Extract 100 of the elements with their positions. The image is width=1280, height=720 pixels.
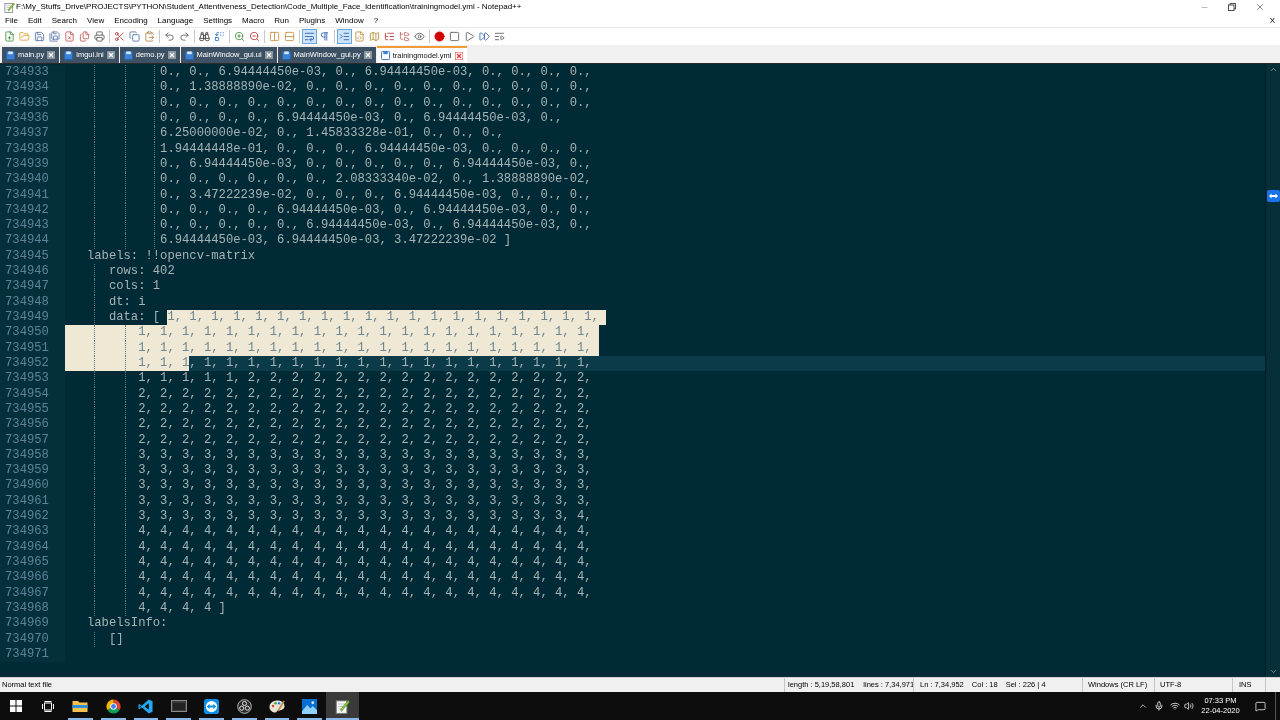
menu-item[interactable]: Search xyxy=(46,16,83,25)
chevron-up-icon[interactable] xyxy=(1137,701,1148,711)
selected-text: 1, 1, 1, 1, 1, 1, 1, 1, 1, 1, 1, 1, 1, 1, 1, 1, 1, 1, 1, 1, 1, xyxy=(65,325,599,341)
line-number: 734944 xyxy=(5,233,49,248)
microphone-icon[interactable] xyxy=(1153,701,1164,711)
chevron-down-icon[interactable] xyxy=(1268,667,1278,676)
code-text: 1, 1, 1, 1, 1, 2, 2, 2, 2, 2, 2, 2, 2, 2, 2, 2, 2, 2, 2, 2, 2, xyxy=(138,371,592,387)
toolbar-button[interactable] xyxy=(397,29,412,44)
toolbar-button[interactable] xyxy=(302,29,317,44)
menu-item[interactable]: Settings xyxy=(198,16,238,25)
close-icon[interactable] xyxy=(167,51,176,59)
line-number: 734965 xyxy=(5,555,49,569)
toolbar-button[interactable] xyxy=(162,29,177,44)
save-all-icon xyxy=(49,31,60,42)
toolbar-button[interactable] xyxy=(112,29,127,44)
close-icon[interactable] xyxy=(47,51,56,59)
toolbar-button[interactable] xyxy=(77,29,92,44)
close-document-button[interactable]: X xyxy=(1269,16,1280,25)
toolbar-button[interactable] xyxy=(212,29,227,44)
window-title: F:\My_Stuffs_Drive\PROJECTS\PYTHON\Student_Attentiveness_Detection\Code_Multiple_Face_Identification\trainingmodel.yml - Notepad++ xyxy=(16,3,522,11)
code-text: 2, 2, 2, 2, 2, 2, 2, 2, 2, 2, 2, 2, 2, 2, 2, 2, 2, 2, 2, 2, 2, xyxy=(138,417,592,433)
code-text: dt: i xyxy=(108,294,146,310)
chevron-up-icon[interactable] xyxy=(1268,65,1278,74)
zoom-out-icon xyxy=(249,31,260,42)
line-number: 734968 xyxy=(5,600,49,615)
menu-item[interactable]: Window xyxy=(330,16,369,25)
scrollbar[interactable] xyxy=(1265,64,1280,677)
toolbar-button[interactable] xyxy=(232,29,247,44)
taskbar-button[interactable] xyxy=(326,692,359,720)
line-number: 734953 xyxy=(5,371,49,386)
toolbar-button[interactable] xyxy=(247,29,262,44)
line-number: 734967 xyxy=(5,585,49,600)
toolbar-button[interactable] xyxy=(32,29,47,44)
code-text: 4, 4, 4, 4, 4, 4, 4, 4, 4, 4, 4, 4, 4, 4, 4, 4, 4, 4, 4, 4, 4, xyxy=(138,539,592,555)
close-icon[interactable] xyxy=(106,51,115,59)
code-text: 0., 1.38888890e-02, 0., 0., 0., 0., 0., 0., 0., 0., 0., 0., xyxy=(160,80,592,96)
code-text: 0., 0., 6.94444450e-03, 0., 6.94444450e-03, 0., 0., 0., 0., xyxy=(160,65,592,81)
code-text: 4, 4, 4, 4, 4, 4, 4, 4, 4, 4, 4, 4, 4, 4, 4, 4, 4, 4, 4, 4, 4, xyxy=(138,524,592,540)
code-text: 0., 0., 0., 0., 0., 0., 2.08333340e-02, 0., 1.38888890e-02, xyxy=(160,172,592,188)
map-icon xyxy=(369,31,380,42)
line-number: 734943 xyxy=(5,218,49,233)
line-number: 734946 xyxy=(5,264,49,279)
line-number: 734939 xyxy=(5,156,49,171)
line-number: 734947 xyxy=(5,279,49,294)
menu-item[interactable]: ? xyxy=(368,16,384,25)
stop-icon xyxy=(449,31,460,42)
task-view-icon xyxy=(42,700,54,712)
menu-item[interactable]: Macro xyxy=(237,16,270,25)
wifi-icon[interactable] xyxy=(1169,701,1180,711)
code-text: 1.94444448e-01, 0., 0., 0., 6.94444450e-03, 0., 0., 0., 0., xyxy=(160,141,592,157)
toolbar-button[interactable] xyxy=(432,29,447,44)
menu-item[interactable]: View xyxy=(82,16,110,25)
code-text: 0., 3.47222239e-02, 0., 0., 0., 6.94444450e-03, 0., 0., 0., xyxy=(160,187,592,203)
toolbar-button[interactable] xyxy=(197,29,212,44)
line-number: 734952 xyxy=(5,355,49,370)
line-number: 734942 xyxy=(5,202,49,217)
code-text: , 1, 1, 1, 1, 1, 1, 1, 1, 1, 1, 1, 1, 1, 1, 1, 1, 1, 1, xyxy=(189,355,592,372)
toolbar-button[interactable] xyxy=(177,29,192,44)
rows-icon xyxy=(284,31,295,42)
close-icon xyxy=(1255,2,1265,12)
toolbar-button[interactable] xyxy=(2,29,17,44)
code-text: 3, 3, 3, 3, 3, 3, 3, 3, 3, 3, 3, 3, 3, 3, 3, 3, 3, 3, 3, 3, 3, xyxy=(138,493,592,510)
start-icon xyxy=(10,700,22,712)
menu-item[interactable]: Encoding xyxy=(109,16,153,25)
redo-icon xyxy=(179,31,190,42)
printer-icon xyxy=(94,31,105,42)
toolbar-button[interactable] xyxy=(47,29,62,44)
menu-item[interactable]: Edit xyxy=(22,16,47,25)
menu-item[interactable]: Plugins xyxy=(294,16,331,25)
code-text: labelsInfo: xyxy=(86,616,168,632)
menu-item[interactable]: Language xyxy=(152,16,199,25)
save-icon xyxy=(34,31,45,42)
palette-icon xyxy=(268,698,285,714)
code-text: [] xyxy=(108,631,124,647)
close-icon[interactable] xyxy=(363,51,372,59)
toolbar-button[interactable] xyxy=(477,29,492,44)
line-number: 734963 xyxy=(5,524,49,539)
menu-item[interactable]: Run xyxy=(269,16,295,25)
code-text: 3, 3, 3, 3, 3, 3, 3, 3, 3, 3, 3, 3, 3, 3, 3, 3, 3, 3, 3, 3, 3, xyxy=(138,463,592,479)
toolbar-button[interactable] xyxy=(447,29,462,44)
segmented-circle-icon xyxy=(105,698,121,714)
menu-item[interactable]: File xyxy=(0,16,23,25)
toolbar-button[interactable] xyxy=(337,29,352,44)
line-number: 734971 xyxy=(5,646,49,661)
toolbar-button[interactable] xyxy=(127,29,142,44)
double-arrow-icon[interactable] xyxy=(1267,190,1280,202)
toolbar-button[interactable] xyxy=(62,29,77,44)
volume-icon[interactable] xyxy=(1184,701,1194,711)
circle-logo-icon xyxy=(236,698,252,714)
toolbar-button[interactable] xyxy=(92,29,107,44)
indent-icon xyxy=(339,31,350,42)
file-code-icon xyxy=(354,31,365,42)
folder-icon xyxy=(19,31,30,42)
line-number: 734950 xyxy=(5,325,49,340)
close-icon[interactable] xyxy=(454,51,463,60)
close-icon[interactable] xyxy=(264,51,273,59)
line-number: 734956 xyxy=(5,417,49,432)
clipboard-icon xyxy=(144,31,155,42)
notification-icon[interactable] xyxy=(1254,700,1266,712)
code-text: data: [ xyxy=(108,310,162,326)
